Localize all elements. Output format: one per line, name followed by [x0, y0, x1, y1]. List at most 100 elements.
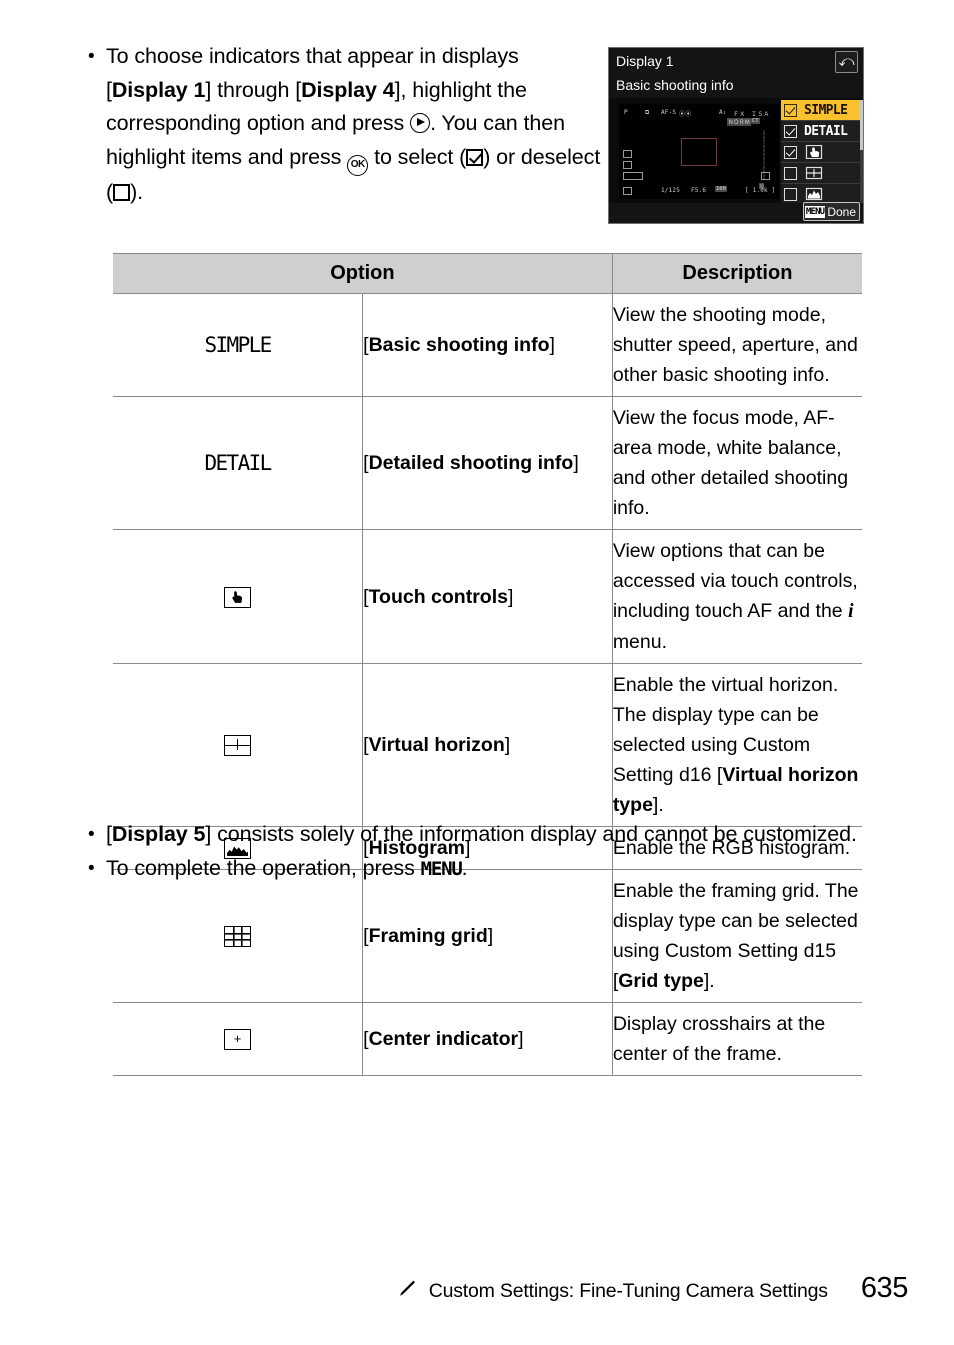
row-description: Display crosshairs at the center of the …	[612, 1002, 862, 1076]
checkbox-empty-icon[interactable]	[784, 187, 797, 201]
lv-indicator-4	[623, 187, 632, 195]
row-description: View options that can be accessed via to…	[612, 529, 862, 664]
framing-grid-icon	[224, 926, 252, 948]
table-row: [Touch controls] View options that can b…	[113, 529, 862, 664]
menu-button-icon: MENU	[420, 857, 463, 880]
live-view-frame: P ⧉ AF-S ⦿⦿ A₁ ＦＸ ＩＳＡ ＮＯＲＭ CT ▭ ¦ ¦ ¦ ¦ ¦ ¦ ¦ ¦…	[619, 104, 779, 199]
pencil-icon	[395, 1278, 417, 1300]
row-icon-cell	[113, 869, 364, 1003]
row-option-name: [Touch controls]	[362, 529, 613, 664]
display-4-label: Display 4	[301, 77, 395, 102]
multi-selector-right-icon	[410, 113, 431, 133]
lv-focus-point	[681, 138, 717, 166]
virtual-horizon-icon	[224, 735, 252, 757]
row-icon-cell	[113, 529, 364, 664]
menu-key-glyph: MENU	[804, 205, 826, 218]
checkbox-empty-icon[interactable]	[784, 166, 797, 180]
bullet-marker: •	[88, 824, 95, 845]
row-description: Enable the virtual horizon. The display …	[612, 663, 862, 827]
page-number: 635	[860, 1272, 909, 1304]
lv-card-slot: CT	[751, 118, 760, 124]
list-item-simple[interactable]: SIMPLE	[781, 100, 863, 121]
detail-icon: DETAIL	[204, 450, 272, 475]
list-item-label: DETAIL	[804, 123, 848, 139]
display-5-label: Display 5	[111, 822, 206, 846]
intro-text-part-5: to select (	[368, 144, 467, 169]
back-icon[interactable]: ⤺	[835, 51, 858, 73]
list-item-virtual-horizon[interactable]	[781, 163, 863, 184]
lv-quality-norm: ＮＯＲＭ	[727, 118, 752, 126]
table-row: SIMPLE [Basic shooting info] View the sh…	[113, 293, 862, 397]
list-item: • [Display 5] consists solely of the inf…	[88, 818, 878, 852]
checkbox-checked-icon	[466, 148, 484, 166]
bullet-marker: •	[88, 46, 95, 67]
center-indicator-icon	[224, 1029, 252, 1051]
checkbox-empty-icon	[113, 183, 131, 201]
display-items-list[interactable]: SIMPLE DETAIL	[781, 100, 863, 205]
options-table: Option Description SIMPLE [Basic shootin…	[113, 253, 862, 1076]
row-description: View the shooting mode, shutter speed, a…	[612, 293, 862, 397]
scrollbar-thumb[interactable]	[860, 100, 863, 150]
page-footer: Custom Settings: Fine-Tuning Camera Sett…	[0, 1272, 954, 1305]
checkbox-checked-icon[interactable]	[784, 103, 797, 117]
row-icon-cell	[113, 1002, 364, 1076]
row-option-name: [Framing grid]	[362, 869, 613, 1003]
display-1-label: Display 1	[111, 77, 206, 102]
lv-shutter-speed: 1/125	[661, 187, 681, 194]
table-header-row: Option Description	[113, 253, 862, 294]
outro-paragraph-1: [Display 5] consists solely of the infor…	[106, 822, 857, 846]
lv-image-area: ＦＸ	[733, 111, 746, 118]
row-icon-cell	[113, 663, 364, 827]
ok-button-icon: OK	[347, 154, 369, 176]
checkbox-checked-icon[interactable]	[784, 145, 797, 159]
list-item: • To complete the operation, press MENU.	[88, 852, 878, 886]
done-label: Done	[827, 204, 856, 219]
row-option-name: [Center indicator]	[362, 1002, 613, 1076]
row-icon-cell: DETAIL	[113, 396, 364, 530]
row-option-name: [Basic shooting info]	[362, 293, 613, 397]
row-option-name: [Virtual horizon]	[362, 663, 613, 827]
table-row: [Framing grid] Enable the framing grid. …	[113, 869, 862, 1003]
lv-exposure-scale: ¦ ¦ ¦ ¦ ¦ ¦ ¦ ¦ ¦ ¦ ¦ ¦	[762, 130, 766, 180]
lv-iso: 100	[715, 186, 727, 192]
virtual-horizon-icon	[804, 166, 824, 180]
header-description: Description	[612, 253, 862, 294]
touch-controls-icon	[804, 144, 824, 160]
intro-text-part-2: ] through [	[205, 77, 302, 102]
row-description: View the focus mode, AF-area mode, white…	[612, 396, 862, 530]
outro-paragraph-2: To complete the operation, press MENU.	[106, 855, 468, 880]
table-row: DETAIL [Detailed shooting info] View the…	[113, 396, 862, 530]
camera-title-bar: Display 1 ⤺	[609, 48, 863, 74]
lv-indicator-1	[623, 150, 632, 158]
camera-screenshot: Display 1 ⤺ Basic shooting info P ⧉ AF-S…	[608, 47, 864, 224]
bullet-marker: •	[88, 857, 95, 879]
simple-icon: SIMPLE	[204, 332, 272, 357]
checkbox-checked-icon[interactable]	[784, 124, 797, 138]
row-description: Enable the framing grid. The display typ…	[612, 869, 862, 1003]
lv-release-mode: ⧉	[645, 109, 650, 116]
row-option-name: [Detailed shooting info]	[362, 396, 613, 530]
camera-bottom-bar: MENU Done	[609, 202, 863, 223]
list-item-label: SIMPLE	[804, 102, 848, 118]
camera-subtitle: Basic shooting info	[616, 77, 734, 93]
menu-done-button[interactable]: MENU Done	[802, 202, 860, 221]
lv-white-balance: A₁	[719, 109, 727, 116]
row-icon-cell: SIMPLE	[113, 293, 364, 397]
scrollbar[interactable]	[860, 100, 863, 205]
lv-af-area: ⦿⦿	[679, 111, 692, 118]
footer-title: Custom Settings: Fine-Tuning Camera Sett…	[428, 1280, 828, 1302]
camera-screen-title: Display 1	[616, 53, 674, 69]
intro-text-part-7: ).	[130, 179, 143, 204]
lv-indicator-2	[623, 161, 632, 169]
lv-mode: P	[624, 109, 628, 116]
outro-bullet-block: • [Display 5] consists solely of the inf…	[88, 818, 878, 886]
header-option: Option	[113, 253, 613, 294]
histogram-icon	[804, 187, 824, 201]
lv-aperture: F5.6	[691, 187, 707, 194]
lv-quality: ＩＳＡ	[751, 111, 770, 118]
list-item-detail[interactable]: DETAIL	[781, 121, 863, 142]
lv-indicator-3	[623, 172, 643, 180]
touch-controls-icon	[224, 586, 252, 608]
list-item-touch-controls[interactable]	[781, 142, 863, 163]
table-row: [Center indicator] Display crosshairs at…	[113, 1002, 862, 1076]
